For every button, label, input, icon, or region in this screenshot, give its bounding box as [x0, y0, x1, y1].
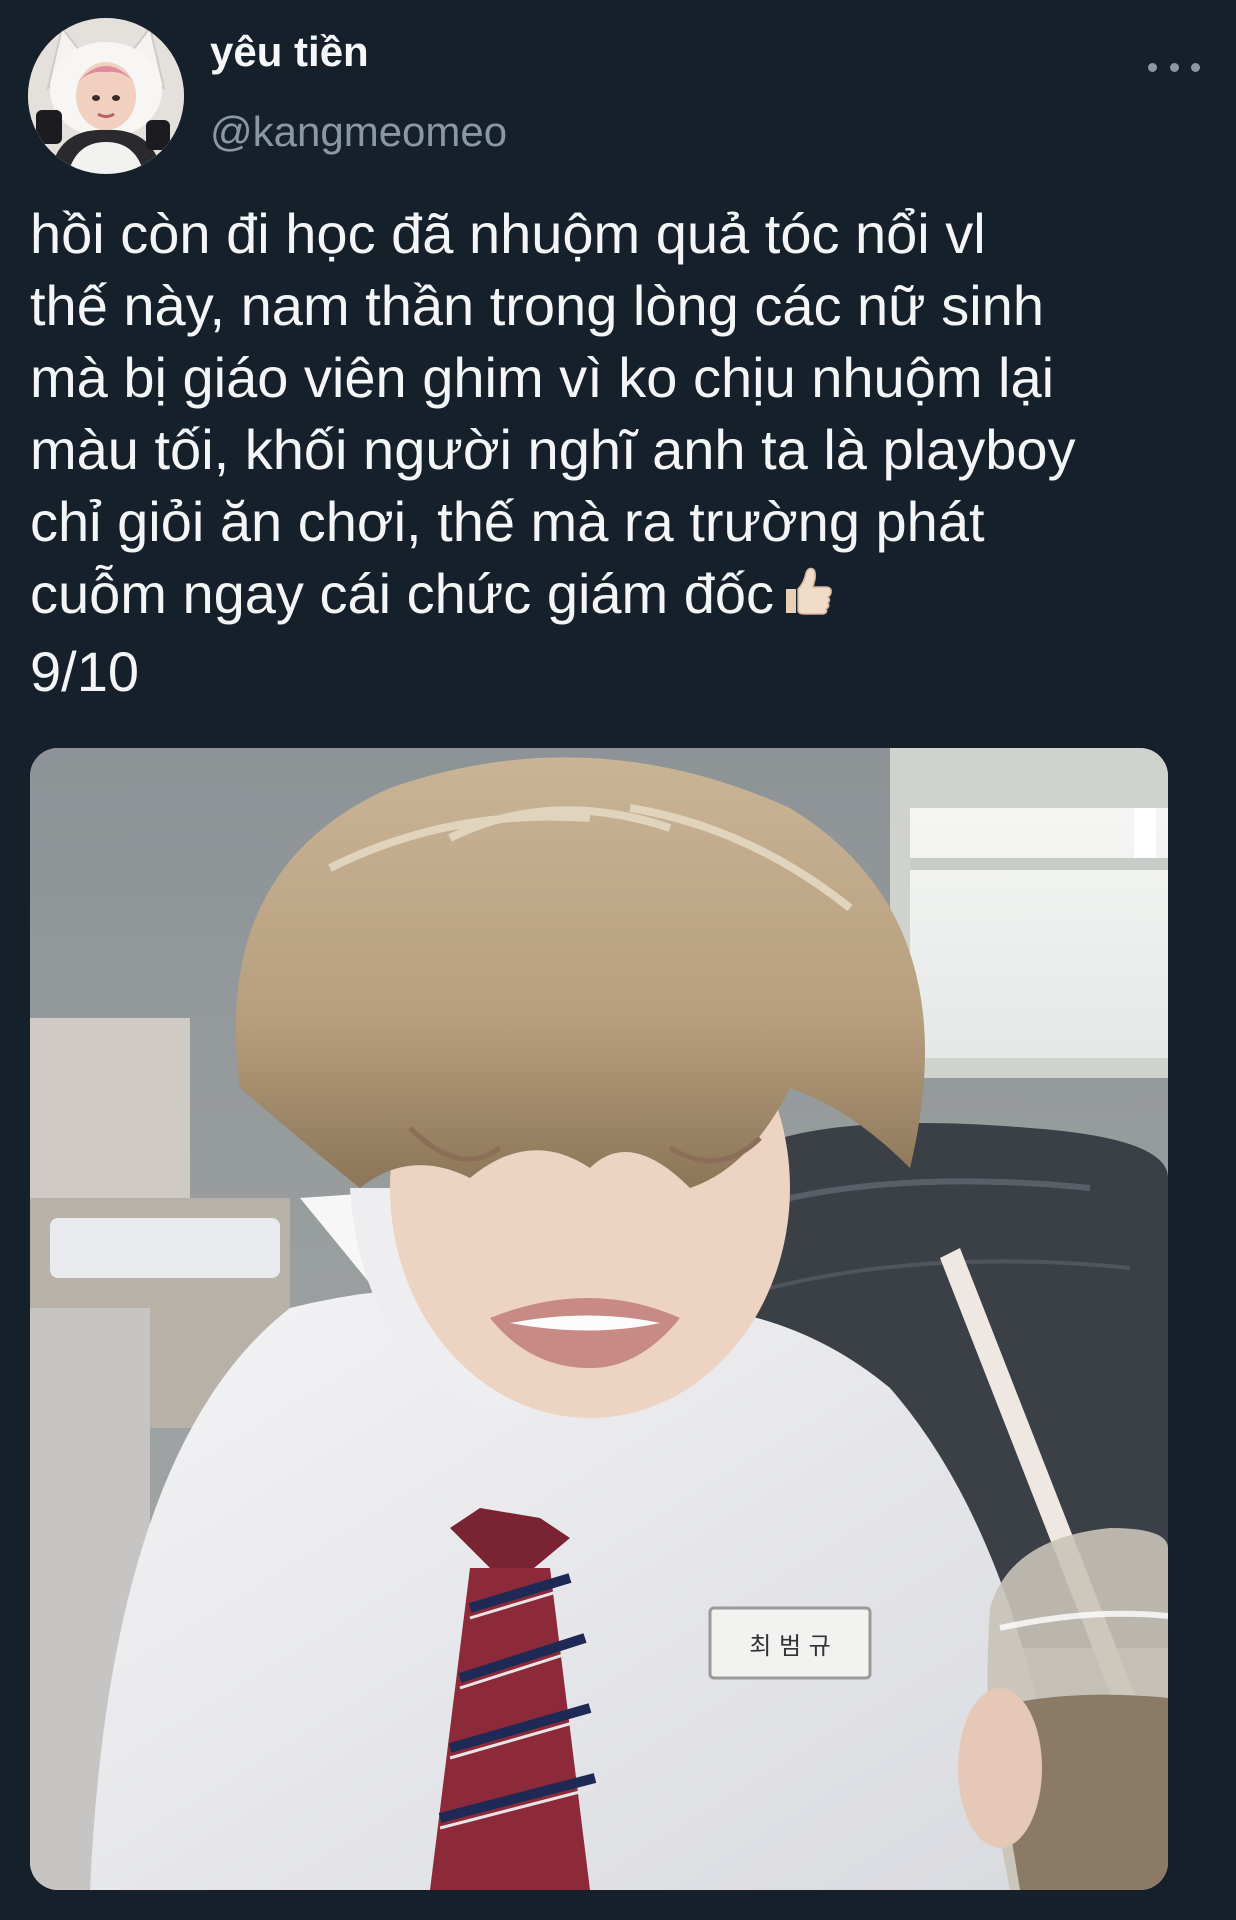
tweet-text-line: cuỗm ngay cái chức giám đốc — [30, 562, 775, 625]
tweet-text-line: mà bị giáo viên ghim vì ko chịu nhuộm lạ… — [30, 346, 1055, 409]
more-options-button[interactable] — [1148, 52, 1200, 82]
tweet-rating: 9/10 — [30, 640, 139, 703]
tweet-text-line: hồi còn đi học đã nhuộm quả tóc nổi vl — [30, 202, 986, 265]
tweet-text-line: chỉ giỏi ăn chơi, thế mà ra trường phát — [30, 490, 985, 553]
tweet-text: hồi còn đi học đã nhuộm quả tóc nổi vl t… — [30, 198, 1220, 708]
photo-name-tag: 최 범 규 — [749, 1632, 831, 1660]
avatar-photo — [28, 18, 184, 174]
tweet-text-line: màu tối, khối người nghĩ anh ta là playb… — [30, 418, 1076, 481]
tweet-text-line: thế này, nam thần trong lòng các nữ sinh — [30, 274, 1044, 337]
author-avatar[interactable] — [28, 18, 184, 174]
author-handle[interactable]: @kangmeomeo — [210, 108, 507, 156]
tweet: yêu tiền @kangmeomeo hồi còn đi học đã n… — [0, 0, 1236, 1920]
more-horizontal-icon — [1148, 62, 1157, 72]
author-display-name[interactable]: yêu tiền — [210, 28, 369, 76]
photo-image: 최 범 규 — [30, 748, 1168, 1890]
tweet-photo[interactable]: 최 범 규 — [30, 748, 1168, 1890]
thumbs-up-icon — [780, 564, 834, 636]
tweet-text-line-with-emoji: cuỗm ngay cái chức giám đốc — [30, 558, 1220, 636]
